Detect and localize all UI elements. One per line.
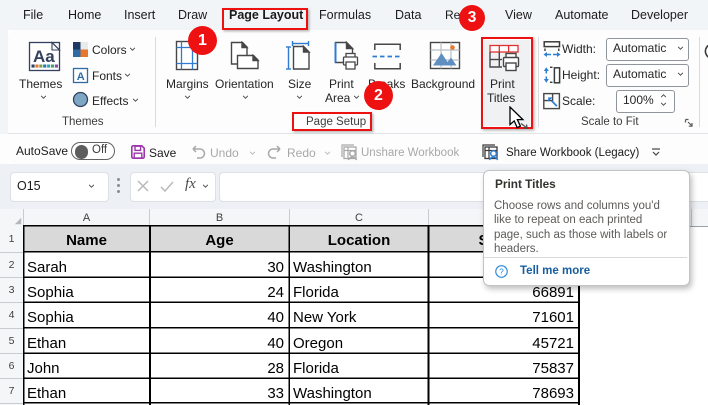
svg-text:Aa: Aa [33,47,55,66]
svg-text:A: A [77,71,85,83]
svg-text:?: ? [499,266,504,276]
